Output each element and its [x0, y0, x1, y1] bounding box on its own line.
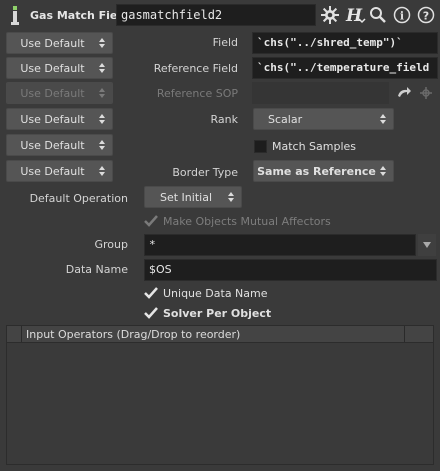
group-label: Group — [94, 238, 129, 251]
input-operators-header-label: Input Operators (Drag/Drop to reorder) — [26, 328, 241, 341]
column-divider — [21, 326, 22, 342]
reference-field-use-default-menu[interactable]: Use Default — [6, 57, 113, 79]
info-icon[interactable]: i — [392, 5, 412, 25]
field-input[interactable]: `chs("../shred_temp")` — [252, 32, 438, 54]
data-name-input[interactable]: $OS — [144, 259, 437, 281]
h-help-icon[interactable]: H — [344, 5, 366, 25]
node-type-label: Gas Match Field — [30, 9, 130, 22]
unique-data-name-label: Unique Data Name — [163, 287, 268, 300]
svg-text:?: ? — [423, 10, 429, 23]
mutual-affectors-checkmark-icon — [144, 215, 158, 227]
unique-data-name-checkmark-icon[interactable] — [144, 286, 158, 300]
mutual-affectors-label: Make Objects Mutual Affectors — [163, 215, 331, 228]
updown-arrow-icon — [99, 114, 105, 124]
field-use-default-menu[interactable]: Use Default — [6, 32, 113, 54]
border-type-label: Border Type — [172, 166, 238, 179]
rank-value: Scalar — [268, 112, 303, 126]
data-name-label: Data Name — [65, 263, 128, 276]
input-operators-header: Input Operators (Drag/Drop to reorder) — [6, 325, 434, 343]
gear-icon[interactable] — [320, 5, 340, 25]
use-default-label: Use Default — [20, 112, 85, 126]
use-default-label: Use Default — [20, 36, 85, 50]
updown-arrow-icon — [380, 114, 386, 124]
input-operators-list[interactable] — [6, 325, 434, 465]
border-type-value: Same as Reference — [257, 164, 376, 178]
border-type-dropdown[interactable]: Same as Reference — [253, 160, 394, 182]
reference-sop-use-default-menu: Use Default — [6, 82, 113, 104]
reference-sop-label: Reference SOP — [156, 87, 238, 100]
reference-field-input[interactable]: `chs("../temperature_field — [252, 57, 438, 79]
parameter-header: Gas Match Field gasmatchfield2 H i ? — [0, 0, 440, 31]
updown-arrow-icon — [380, 166, 386, 176]
operator-chooser-icon — [418, 85, 434, 101]
column-divider — [404, 326, 405, 342]
use-default-label: Use Default — [20, 61, 85, 75]
svg-text:i: i — [400, 10, 404, 23]
solver-per-object-label: Solver Per Object — [163, 307, 272, 320]
border-type-use-default-menu[interactable]: Use Default — [6, 160, 113, 182]
reference-field-label: Reference Field — [153, 62, 238, 75]
updown-arrow-icon — [99, 166, 105, 176]
search-icon[interactable] — [368, 5, 388, 25]
use-default-label: Use Default — [20, 164, 85, 178]
updown-arrow-icon — [228, 192, 234, 202]
solver-per-object-checkmark-icon[interactable] — [144, 306, 158, 320]
reference-sop-input — [252, 82, 389, 104]
svg-text:H: H — [345, 6, 363, 25]
updown-arrow-icon — [99, 38, 105, 48]
group-menu-button[interactable] — [418, 234, 436, 256]
updown-arrow-icon — [99, 140, 105, 150]
match-samples-checkbox[interactable] — [254, 140, 267, 153]
default-operation-dropdown[interactable]: Set Initial — [144, 186, 242, 208]
updown-arrow-icon — [99, 88, 105, 98]
updown-arrow-icon — [99, 63, 105, 73]
triangle-down-icon — [423, 242, 431, 248]
jump-to-operator-icon[interactable] — [396, 86, 412, 100]
default-operation-label: Default Operation — [29, 192, 128, 205]
field-label: Field — [212, 36, 238, 49]
node-name-field[interactable]: gasmatchfield2 — [116, 4, 316, 26]
node-type-icon — [11, 6, 19, 25]
use-default-label: Use Default — [20, 86, 85, 100]
help-icon[interactable]: ? — [416, 5, 436, 25]
use-default-label: Use Default — [20, 138, 85, 152]
rank-label: Rank — [210, 113, 238, 126]
match-samples-label: Match Samples — [272, 140, 357, 153]
match-samples-use-default-menu[interactable]: Use Default — [6, 134, 113, 156]
rank-use-default-menu[interactable]: Use Default — [6, 108, 113, 130]
rank-dropdown[interactable]: Scalar — [253, 108, 394, 130]
group-input[interactable]: * — [144, 234, 416, 256]
